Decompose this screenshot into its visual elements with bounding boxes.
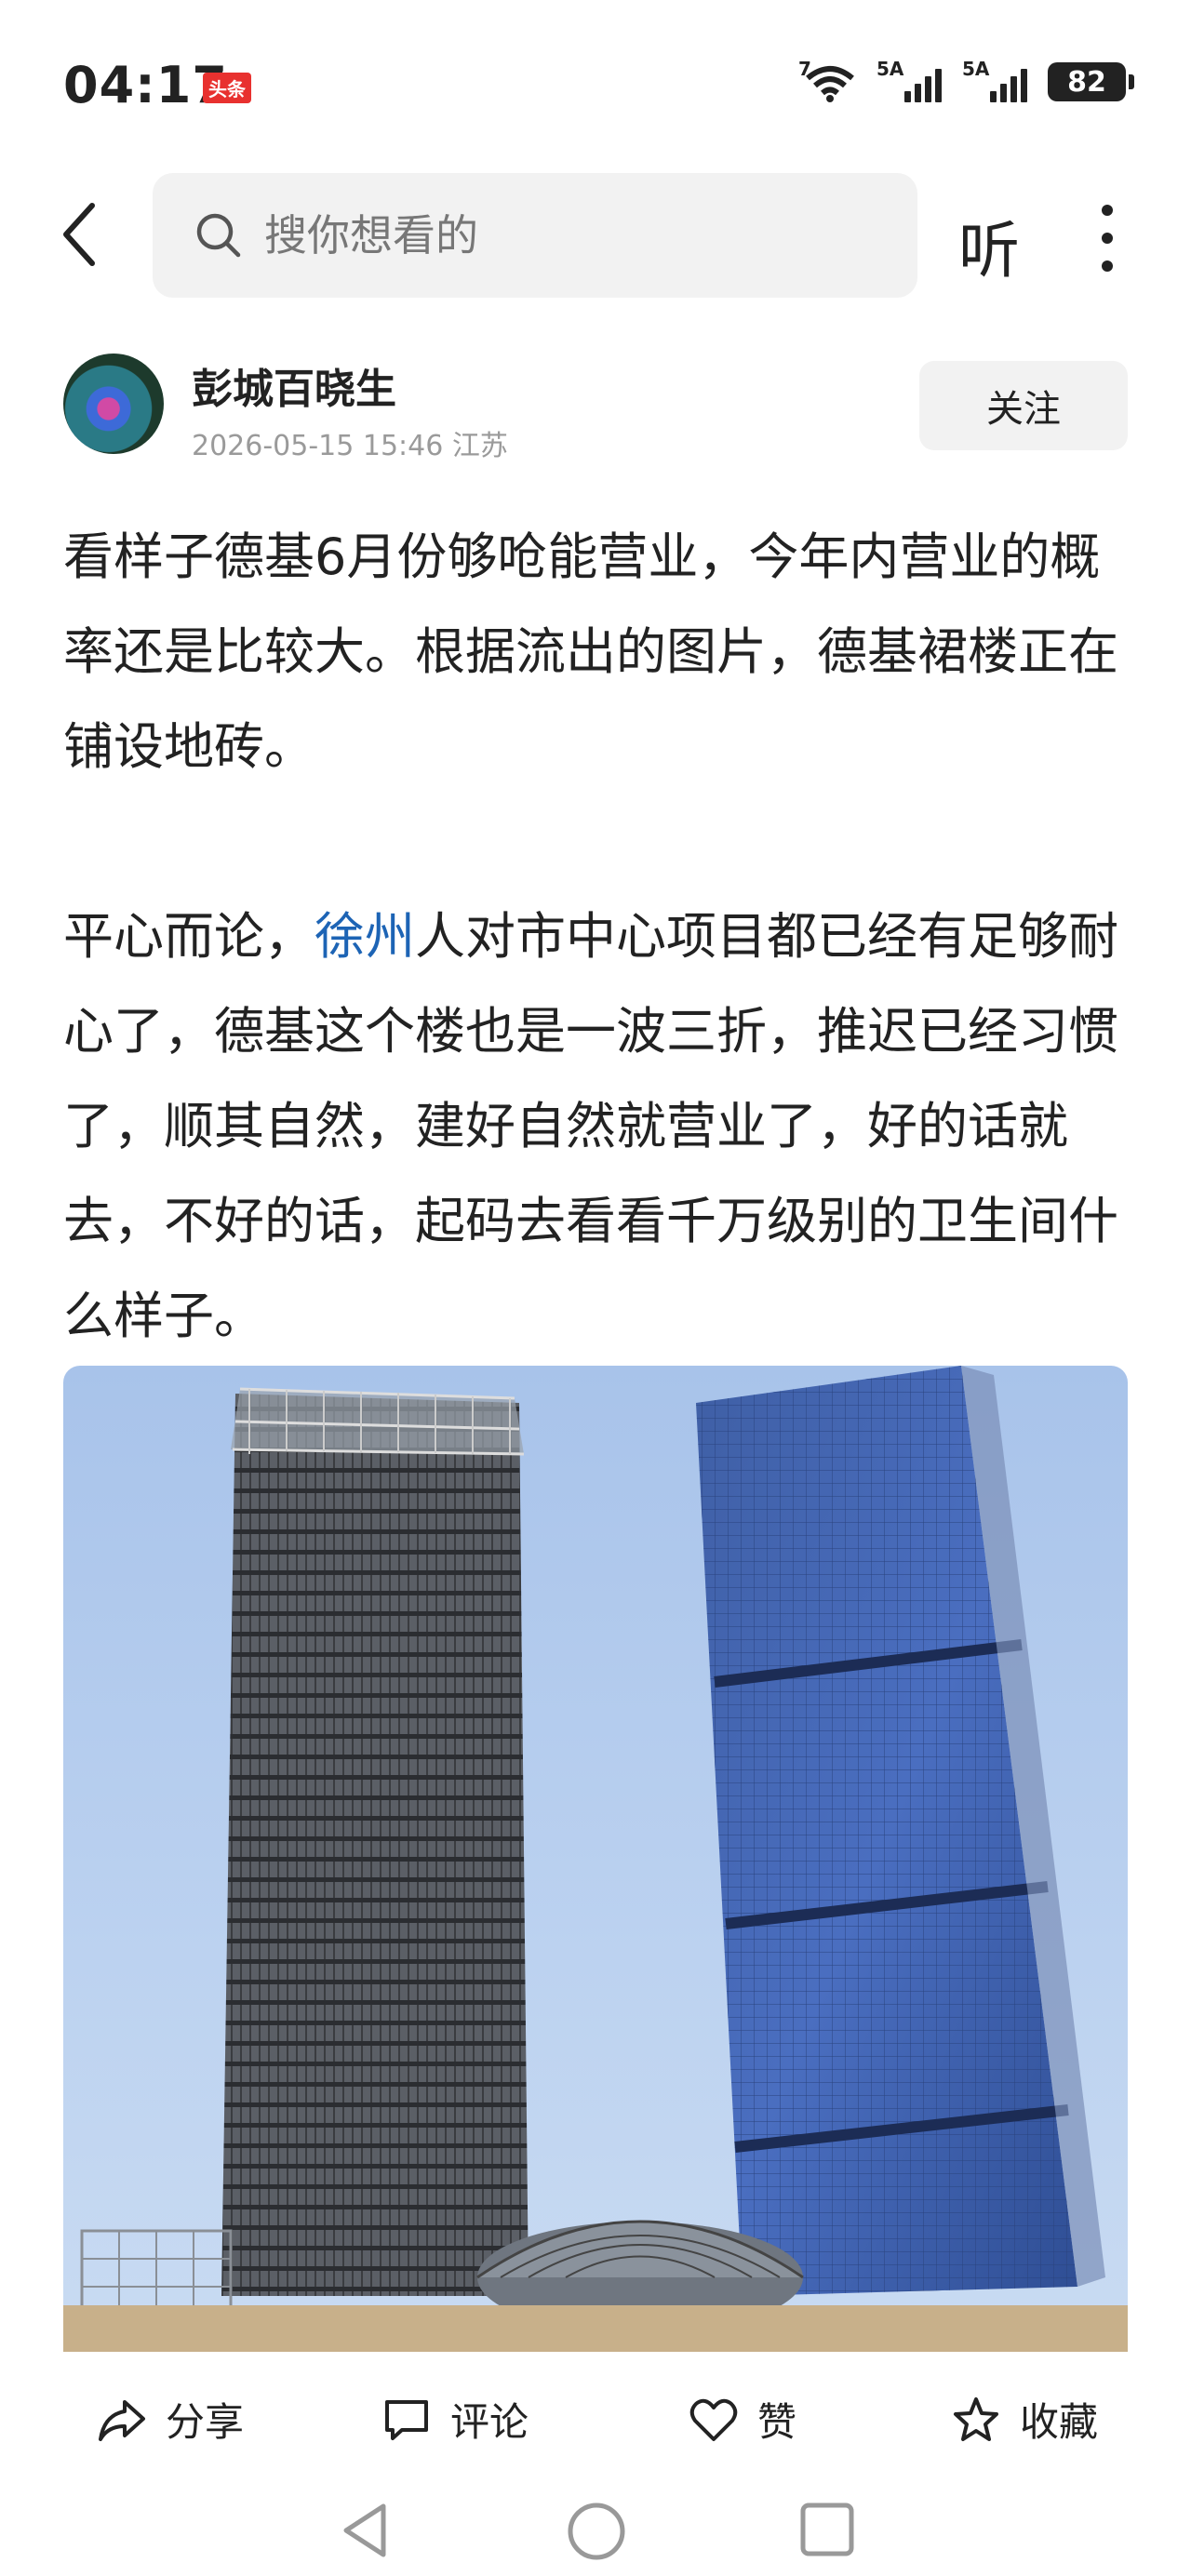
comment-label: 评论 xyxy=(450,2399,529,2445)
skyscraper-photo xyxy=(63,1366,1128,2352)
share-label: 分享 xyxy=(166,2399,245,2445)
author-row: 彭城百晓生 2026-05-15 15:46 江苏 关注 xyxy=(63,354,1128,465)
article-paragraph: 平心而论，徐州人对市中心项目都已经有足够耐心了，德基这个楼也是一波三折，推迟已经… xyxy=(63,889,1133,1364)
search-bar[interactable] xyxy=(153,173,917,298)
article-body: 看样子德基6月份够呛能营业，今年内营业的概率还是比较大。根据流出的图片，德基裙楼… xyxy=(63,510,1133,1364)
nav-recents-icon[interactable] xyxy=(798,2501,856,2558)
status-bar: 04:17 头条 7 5A 5A 82 xyxy=(0,0,1191,167)
like-label: 赞 xyxy=(757,2399,797,2445)
paragraph-text: 平心而论， xyxy=(63,907,314,966)
search-icon xyxy=(196,213,241,258)
post-location: 江苏 xyxy=(451,430,508,462)
wifi-label: 7 xyxy=(798,58,811,80)
wifi-icon: 7 xyxy=(798,58,856,102)
post-meta: 2026-05-15 15:46 江苏 xyxy=(192,422,508,463)
share-icon xyxy=(99,2399,145,2441)
comment-button[interactable]: 评论 xyxy=(381,2391,529,2448)
article-photo[interactable] xyxy=(63,1366,1128,2352)
heart-icon xyxy=(689,2398,738,2441)
avatar[interactable] xyxy=(63,354,164,454)
comment-icon xyxy=(385,2399,428,2440)
nav-back-icon[interactable] xyxy=(337,2501,393,2560)
topic-link-xuzhou[interactable]: 徐州 xyxy=(314,907,415,966)
back-arrow-icon xyxy=(63,203,95,266)
favorite-button[interactable]: 收藏 xyxy=(951,2391,1098,2448)
post-date: 2026-05-15 15:46 xyxy=(192,430,444,462)
share-button[interactable]: 分享 xyxy=(97,2391,244,2448)
signal-icon-sim2: 5A xyxy=(962,58,1027,102)
favorite-label: 收藏 xyxy=(1020,2399,1099,2445)
toutiao-app-badge: 头条 xyxy=(203,73,251,103)
sim2-label: 5A xyxy=(962,58,990,80)
listen-button[interactable]: 听 xyxy=(958,201,1020,290)
follow-button[interactable]: 关注 xyxy=(919,361,1128,450)
bottom-action-bar: 分享 评论 赞 收藏 xyxy=(0,2352,1191,2482)
paragraph-text: 人对市中心项目都已经有足够耐心了，德基这个楼也是一波三折，推迟已经习惯了，顺其自… xyxy=(63,907,1118,1345)
more-vertical-icon[interactable] xyxy=(1089,201,1126,275)
back-button[interactable] xyxy=(47,197,112,272)
signal-icon-sim1: 5A xyxy=(877,58,942,102)
search-input[interactable] xyxy=(262,209,824,261)
battery-icon: 82 xyxy=(1048,62,1134,101)
sim1-label: 5A xyxy=(877,58,904,80)
status-icons: 7 5A 5A 82 xyxy=(798,58,1134,102)
battery-level: 82 xyxy=(1067,65,1106,99)
star-icon xyxy=(954,2396,998,2441)
article-paragraph: 看样子德基6月份够呛能营业，今年内营业的概率还是比较大。根据流出的图片，德基裙楼… xyxy=(63,527,1118,776)
system-nav-bar xyxy=(0,2482,1191,2576)
like-button[interactable]: 赞 xyxy=(689,2391,796,2448)
top-nav: 听 xyxy=(0,167,1191,298)
nav-home-icon[interactable] xyxy=(566,2501,627,2562)
author-name[interactable]: 彭城百晓生 xyxy=(192,355,396,415)
